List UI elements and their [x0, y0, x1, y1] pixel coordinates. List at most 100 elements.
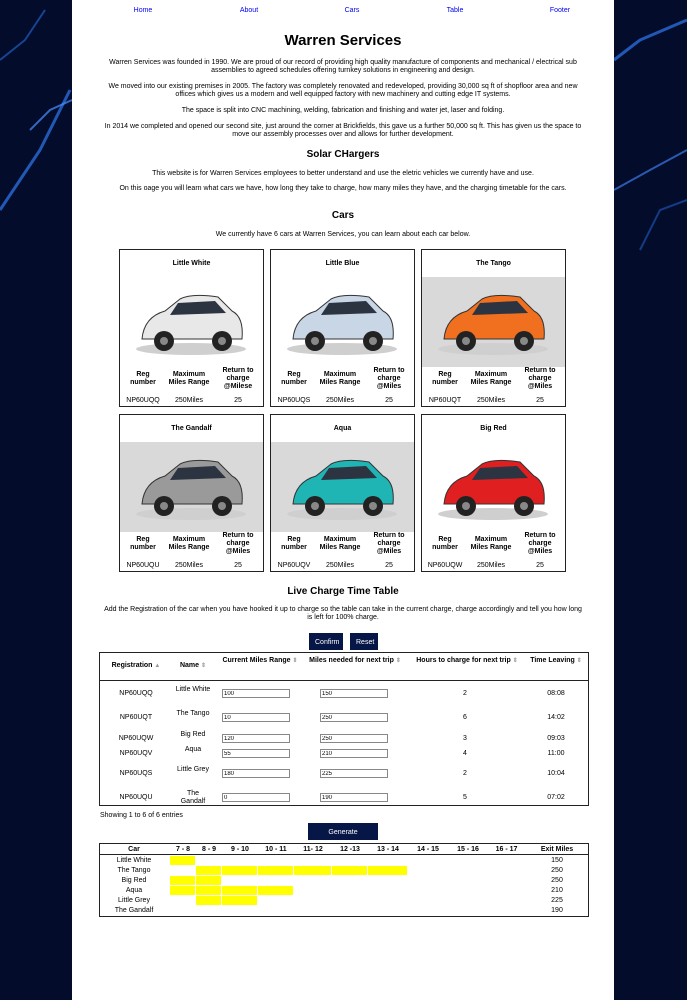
- car-card: The Gandalf Reg number Maximum Miles Range…: [119, 414, 264, 572]
- range-header: Maximum Miles Range: [168, 371, 210, 386]
- miles-needed-input[interactable]: [320, 734, 388, 743]
- row-time-leaving: 11:00: [547, 750, 565, 757]
- row-registration: NP60UQQ: [119, 690, 153, 697]
- schedule-divider: [100, 854, 588, 855]
- schedule-car-name: The Tango: [117, 867, 151, 874]
- schedule-header: 10 - 11: [265, 846, 287, 853]
- cars-heading: Cars: [331, 210, 355, 221]
- charging-slot-bar: [196, 896, 221, 905]
- return-header: Return to charge @Milese: [222, 367, 254, 390]
- current-miles-input[interactable]: [222, 769, 290, 778]
- car-card: Aqua Reg number Maximum Miles Range Return …: [270, 414, 415, 572]
- page-title: Warren Services: [284, 32, 402, 49]
- range-header: Maximum Miles Range: [470, 536, 512, 551]
- timetable-intro: Add the Registration of the car when you…: [104, 606, 582, 621]
- row-name: Little Grey: [177, 766, 209, 773]
- nav-home[interactable]: Home: [113, 7, 173, 14]
- table-info: Showing 1 to 6 of 6 entries: [100, 812, 183, 819]
- solar-paragraph-2: On this oage you will learn what cars we…: [119, 185, 567, 192]
- row-time-leaving: 14:02: [547, 714, 565, 721]
- charging-slot-bar: [170, 856, 195, 865]
- nav-footer[interactable]: Footer: [530, 7, 590, 14]
- nav-table[interactable]: Table: [425, 7, 485, 14]
- car-photo: [271, 277, 414, 367]
- current-miles-input[interactable]: [222, 793, 290, 802]
- schedule-car-name: Big Red: [121, 877, 147, 884]
- col-header-time-leaving[interactable]: Time Leaving ⇕: [530, 657, 582, 665]
- col-header-current-miles[interactable]: Current Miles Range ⇕: [222, 657, 298, 665]
- schedule-header: 8 - 9: [201, 846, 216, 853]
- row-hours: 2: [463, 690, 467, 697]
- row-time-leaving: 10:04: [547, 770, 565, 777]
- reg-value: NP60UQT: [428, 397, 462, 404]
- return-value: 25: [536, 562, 544, 569]
- schedule-car-name: Little White: [116, 857, 152, 864]
- confirm-button[interactable]: Confirm: [309, 633, 343, 650]
- schedule-header: 15 - 16: [457, 846, 479, 853]
- return-value: 25: [385, 397, 393, 404]
- charging-slot-bar: [258, 866, 293, 875]
- miles-needed-input[interactable]: [320, 769, 388, 778]
- range-header: Maximum Miles Range: [470, 371, 512, 386]
- intro-paragraph-1: Warren Services was founded in 1990. We …: [109, 59, 577, 74]
- row-registration: NP60UQU: [119, 794, 153, 801]
- miles-needed-input[interactable]: [320, 749, 388, 758]
- row-registration: NP60UQT: [119, 714, 153, 721]
- miles-needed-input[interactable]: [320, 713, 388, 722]
- charging-slot-bar: [368, 866, 407, 875]
- car-photo: [120, 277, 263, 367]
- schedule-header: 9 - 10: [231, 846, 249, 853]
- row-hours: 3: [463, 735, 467, 742]
- top-nav: Home About Cars Table Footer: [72, 7, 614, 17]
- schedule-header: Exit Miles: [540, 846, 574, 853]
- row-registration: NP60UQW: [118, 735, 154, 742]
- schedule-exit-miles: 150: [551, 857, 563, 864]
- range-value: 250Miles: [174, 397, 203, 404]
- car-name: Big Red: [480, 425, 507, 432]
- return-value: 25: [234, 397, 242, 404]
- nav-cars[interactable]: Cars: [322, 7, 382, 14]
- current-miles-input[interactable]: [222, 689, 290, 698]
- col-header-name[interactable]: Name ⇕: [176, 662, 210, 670]
- schedule-car-name: Aqua: [125, 887, 143, 894]
- cars-intro: We currently have 6 cars at Warren Servi…: [215, 231, 471, 238]
- reg-header: Reg number: [281, 371, 307, 386]
- schedule-car-name: The Gandalf: [114, 907, 154, 914]
- row-name: Aqua: [184, 746, 202, 753]
- reg-value: NP60UQQ: [126, 397, 160, 404]
- schedule-exit-miles: 210: [551, 887, 563, 894]
- schedule-exit-miles: 225: [551, 897, 563, 904]
- reg-header: Reg number: [432, 536, 458, 551]
- car-card: Little Blue Reg number Maximum Miles Range…: [270, 249, 415, 407]
- current-miles-input[interactable]: [222, 713, 290, 722]
- charging-slot-bar: [294, 866, 331, 875]
- row-hours: 2: [463, 770, 467, 777]
- row-name: The Tango: [176, 710, 210, 717]
- schedule-header: 16 - 17: [495, 846, 518, 853]
- nav-about[interactable]: About: [219, 7, 279, 14]
- reset-button[interactable]: Reset: [350, 633, 378, 650]
- charging-slot-bar: [196, 876, 221, 885]
- return-header: Return to charge @Miles: [222, 532, 254, 555]
- return-value: 25: [536, 397, 544, 404]
- row-name: The Gandalf: [180, 790, 206, 805]
- miles-needed-input[interactable]: [320, 793, 388, 802]
- miles-needed-input[interactable]: [320, 689, 388, 698]
- charging-slot-bar: [258, 886, 293, 895]
- range-header: Maximum Miles Range: [319, 536, 361, 551]
- current-miles-input[interactable]: [222, 734, 290, 743]
- reg-value: NP60UQV: [277, 562, 311, 569]
- range-header: Maximum Miles Range: [319, 371, 361, 386]
- col-header-miles-needed[interactable]: Miles needed for next trip ⇕: [305, 657, 405, 665]
- car-name: Little Blue: [325, 260, 360, 267]
- car-photo: [422, 442, 565, 532]
- generate-schedule-button[interactable]: Generate Schedule: [308, 823, 378, 853]
- col-header-hours-to-charge[interactable]: Hours to charge for next trip ⇕: [415, 657, 519, 665]
- charging-slot-bar: [170, 876, 195, 885]
- return-header: Return to charge @Miles: [373, 532, 405, 555]
- row-hours: 5: [463, 794, 467, 801]
- reg-header: Reg number: [130, 536, 156, 551]
- col-header-registration[interactable]: Registration ▲: [110, 662, 162, 670]
- schedule-header: 11- 12: [303, 846, 323, 853]
- current-miles-input[interactable]: [222, 749, 290, 758]
